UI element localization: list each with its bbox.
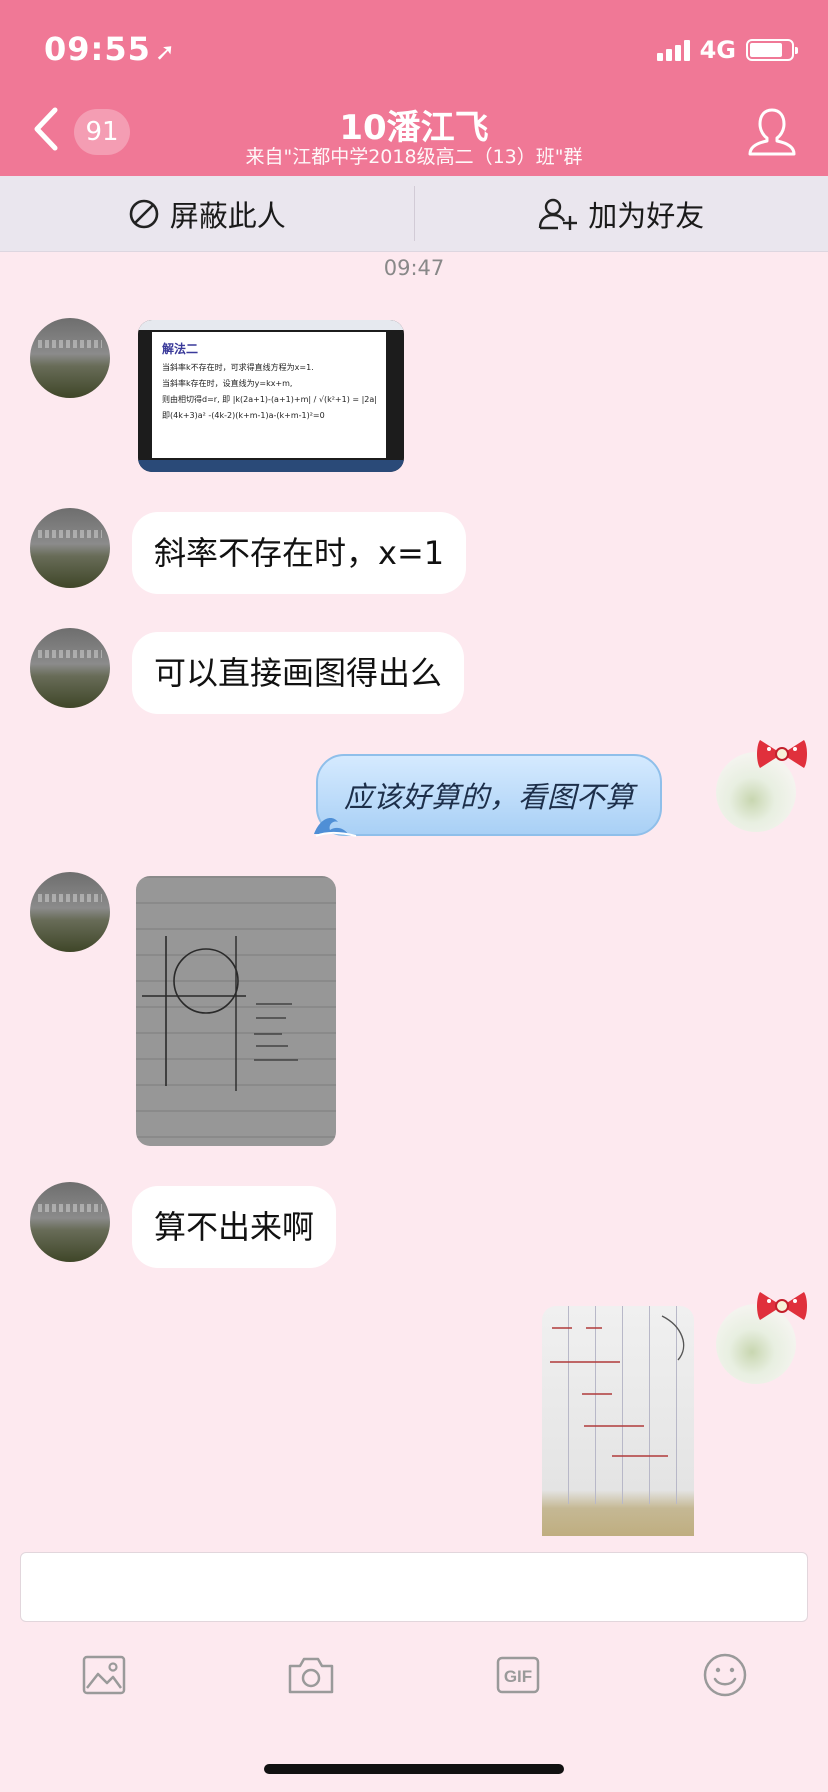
- image-message[interactable]: [136, 876, 336, 1146]
- handwriting-red: [550, 1315, 685, 1457]
- emoji-icon: [703, 1653, 746, 1697]
- self-message-text: 应该好算的，看图不算: [344, 780, 635, 814]
- message-input[interactable]: [20, 1552, 808, 1622]
- sender-avatar[interactable]: [30, 872, 110, 952]
- image-text-line: 当斜率k存在时，设直线为y=kx+m,: [162, 379, 293, 388]
- image-button[interactable]: [74, 1645, 134, 1705]
- self-message-bubble[interactable]: 应该好算的，看图不算: [314, 754, 663, 837]
- emoji-button[interactable]: [695, 1645, 755, 1705]
- sender-avatar[interactable]: [30, 318, 110, 398]
- status-indicators: 4G: [656, 36, 798, 64]
- battery-icon: [746, 39, 798, 61]
- chat-header: 09:55 ➚ 4G 91 10潘江飞 来自"江都中学2018级高二（13）班"群: [0, 0, 828, 176]
- message-bubble[interactable]: 算不出来啊: [132, 1186, 337, 1268]
- action-bar: 屏蔽此人 加为好友: [0, 176, 828, 252]
- message-bubble[interactable]: 斜率不存在时，x=1: [132, 512, 467, 594]
- location-arrow-icon: ➚: [154, 38, 176, 66]
- block-user-button[interactable]: 屏蔽此人: [0, 176, 414, 251]
- camera-icon: [288, 1657, 333, 1694]
- block-icon: [129, 199, 159, 228]
- image-text-line: 即(4k+3)a² -(4k-2)(k+m-1)a-(k+m-1)²=0: [162, 411, 325, 420]
- screenshot-page: 解法二 当斜率k不存在时，可求得直线方程为x=1. 当斜率k存在时，设直线为y=…: [152, 332, 386, 458]
- message-timestamp: 09:47: [383, 256, 445, 280]
- handwriting-sketch: [142, 936, 298, 1091]
- screenshot-titlebar: [138, 320, 404, 330]
- wave-decoration-icon: [314, 818, 357, 837]
- bow-icon: [757, 740, 807, 768]
- group-source: 来自"江都中学2018级高二（13）班"群: [245, 146, 583, 168]
- image-text-heading: 解法二: [162, 342, 199, 356]
- add-friend-label: 加为好友: [588, 198, 705, 233]
- svg-text:GIF: GIF: [503, 1667, 531, 1686]
- self-image-message[interactable]: [542, 1306, 694, 1536]
- image-text-line: 当斜率k不存在时，可求得直线方程为x=1.: [162, 363, 314, 372]
- status-time: 09:55 ➚: [44, 30, 176, 68]
- sender-avatar[interactable]: [30, 1182, 110, 1262]
- sender-avatar[interactable]: [30, 508, 110, 588]
- add-friend-button[interactable]: 加为好友: [415, 176, 828, 251]
- sender-avatar[interactable]: [30, 628, 110, 708]
- person-icon: [748, 108, 796, 156]
- home-indicator[interactable]: [264, 1764, 564, 1774]
- image-icon: [82, 1655, 125, 1695]
- image-message[interactable]: 解法二 当斜率k不存在时，可求得直线方程为x=1. 当斜率k存在时，设直线为y=…: [138, 320, 404, 472]
- screenshot-taskbar: [138, 460, 404, 472]
- input-toolbar: GIF: [0, 1640, 828, 1710]
- gif-button[interactable]: GIF: [488, 1645, 548, 1705]
- bow-icon: [757, 1292, 807, 1320]
- signal-icon: [656, 39, 690, 61]
- block-label: 屏蔽此人: [169, 198, 286, 233]
- network-type: 4G: [699, 36, 736, 64]
- time-text: 09:55: [44, 30, 151, 68]
- add-person-icon: [539, 198, 578, 230]
- profile-button[interactable]: [744, 104, 800, 160]
- camera-button[interactable]: [281, 1645, 341, 1705]
- message-bubble[interactable]: 可以直接画图得出么: [132, 632, 465, 714]
- gif-icon: GIF: [496, 1656, 539, 1694]
- image-text-line: 则由相切得d=r, 即 |k(2a+1)-(a+1)+m| / √(k²+1) …: [162, 395, 376, 404]
